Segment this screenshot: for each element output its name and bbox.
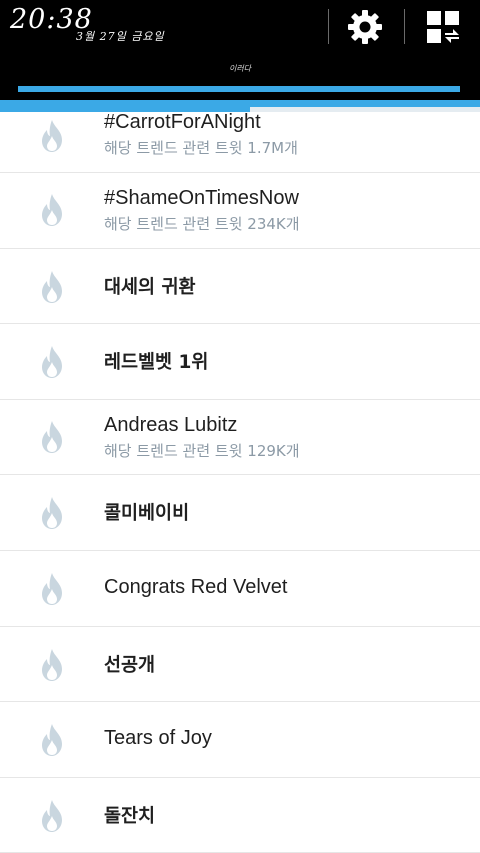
- trend-item[interactable]: Congrats Red Velvet: [0, 551, 480, 627]
- trend-title: #CarrotForANight: [104, 111, 261, 133]
- trend-list: #CarrotForANight 해당 트렌드 관련 트윗 1.7M개 #Shame…: [0, 97, 480, 853]
- trend-text: #ShameOnTimesNow 해당 트렌드 관련 트윗 234K개: [104, 187, 300, 234]
- gear-icon[interactable]: [347, 9, 383, 45]
- trend-tweet-count: 해당 트렌드 관련 트윗 1.7M개: [104, 139, 298, 157]
- flame-icon: [42, 346, 62, 379]
- trend-item[interactable]: 돌잔치: [0, 778, 480, 853]
- trend-item[interactable]: Tears of Joy: [0, 702, 480, 778]
- trend-item[interactable]: 콜미베이비: [0, 475, 480, 551]
- flame-icon: [42, 724, 62, 757]
- trend-title: 대세의 귀환: [104, 276, 196, 298]
- apps-swap-icon[interactable]: [426, 10, 460, 44]
- trend-text: 대세의 귀환: [104, 273, 196, 299]
- date: 3월 27일 금요일: [76, 30, 165, 43]
- trend-item[interactable]: #ShameOnTimesNow 해당 트렌드 관련 트윗 234K개: [0, 173, 480, 249]
- trend-tweet-count: 해당 트렌드 관련 트윗 129K개: [104, 441, 300, 460]
- trend-text: Tears of Joy: [104, 727, 212, 750]
- trend-title: #ShameOnTimesNow: [104, 187, 299, 209]
- trend-title: Andreas Lubitz: [104, 413, 238, 436]
- flame-icon: [42, 420, 62, 453]
- tab-bar: 이러다: [0, 54, 480, 100]
- status-widget-bar: 20:38 3월 27일 금요일: [0, 0, 480, 54]
- divider: [404, 9, 405, 44]
- trend-item[interactable]: Andreas Lubitz 해당 트렌드 관련 트윗 129K개: [0, 400, 480, 476]
- trend-text: Andreas Lubitz 해당 트렌드 관련 트윗 129K개: [104, 414, 300, 461]
- trend-text: 레드벨벳 1위: [104, 348, 208, 374]
- trend-text: 돌잔치: [104, 802, 155, 828]
- trend-item[interactable]: 선공개: [0, 627, 480, 703]
- trend-text: 콜미베이비: [104, 499, 189, 525]
- trend-title: 선공개: [104, 654, 156, 676]
- divider: [328, 9, 329, 44]
- tab-label[interactable]: 이러다: [0, 63, 480, 74]
- flame-icon: [42, 270, 62, 303]
- flame-icon: [42, 194, 62, 226]
- scroll-track: [250, 107, 480, 112]
- scroll-indicator: [0, 107, 250, 112]
- accent-bar: [0, 100, 480, 107]
- tab-indicator: [18, 86, 460, 92]
- trend-text: 선공개: [104, 651, 155, 677]
- trend-title: 레드벨벳 1위: [104, 352, 209, 374]
- flame-icon: [42, 799, 62, 832]
- flame-icon: [42, 572, 62, 605]
- flame-icon: [42, 497, 62, 530]
- trend-tweet-count: 해당 트렌드 관련 트윗 234K개: [104, 215, 300, 233]
- trend-item[interactable]: 대세의 귀환: [0, 249, 480, 325]
- trend-title: Tears of Joy: [104, 727, 212, 750]
- trend-text: #CarrotForANight 해당 트렌드 관련 트윗 1.7M개: [104, 111, 298, 158]
- trend-text: Congrats Red Velvet: [104, 576, 287, 599]
- trend-title: 콜미베이비: [104, 503, 190, 525]
- trend-title: 돌잔치: [104, 805, 156, 827]
- trend-title: Congrats Red Velvet: [104, 575, 288, 598]
- trend-item[interactable]: 레드벨벳 1위: [0, 324, 480, 400]
- flame-icon: [42, 648, 62, 681]
- flame-icon: [42, 120, 62, 152]
